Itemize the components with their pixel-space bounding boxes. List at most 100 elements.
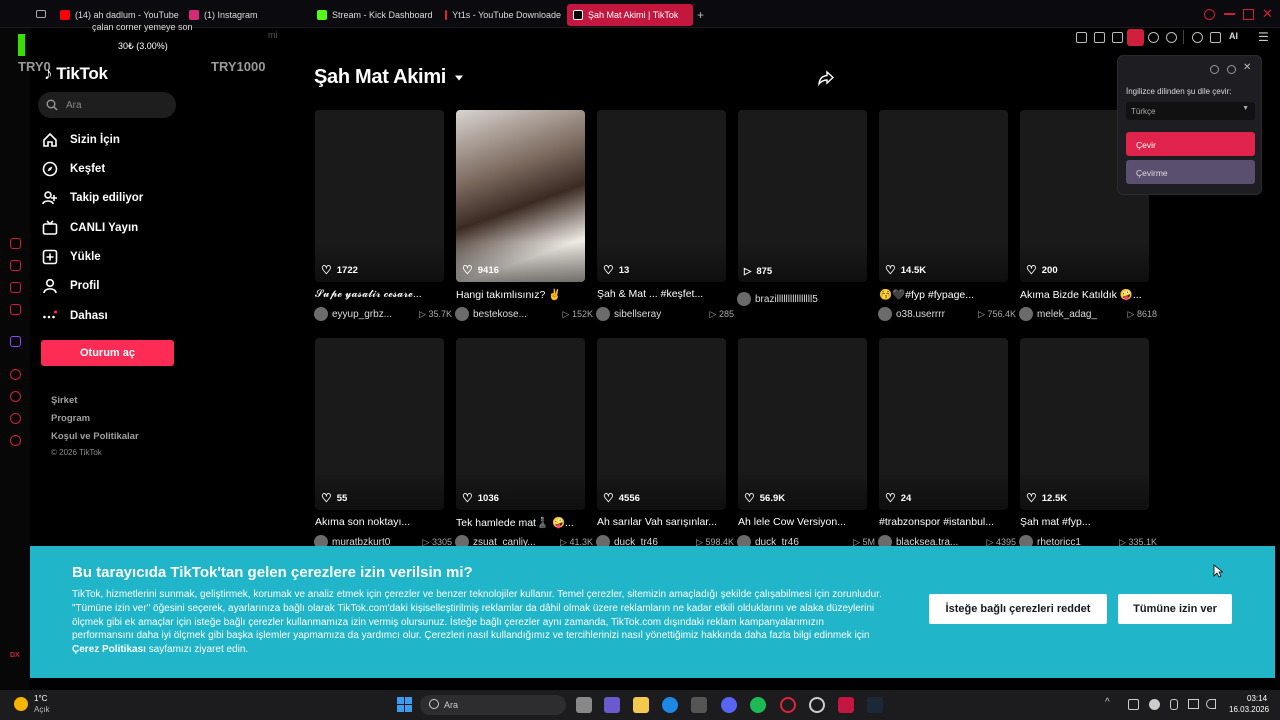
app-icon-2[interactable] <box>809 697 825 713</box>
tab-kick[interactable]: Stream - Kick Dashboard <box>311 4 435 26</box>
video-caption[interactable]: 😚🖤#fyp #fypage... <box>879 288 1008 301</box>
sidebar-icon-4[interactable] <box>10 304 21 315</box>
video-author[interactable]: melek_adag_ ▷ 8618 <box>1019 307 1157 321</box>
steam-icon[interactable] <box>867 697 883 713</box>
video-card[interactable]: ♡ 14.5K <box>879 110 1008 282</box>
translate-button[interactable]: Çevir <box>1126 132 1255 156</box>
weather-icon[interactable] <box>14 697 28 711</box>
minimize-icon[interactable] <box>1224 13 1235 15</box>
ai-button[interactable]: AI <box>1229 31 1238 41</box>
nav-live[interactable]: CANLI Yayın <box>42 217 138 239</box>
maximize-icon[interactable] <box>1243 9 1254 20</box>
dont-translate-button[interactable]: Çevirme <box>1126 160 1255 184</box>
footer-company-link[interactable]: Şirket <box>51 395 77 406</box>
tab-menu-icon[interactable] <box>36 10 46 18</box>
video-caption[interactable]: Akıma Bizde Katıldık 🤪... <box>1020 288 1149 301</box>
store-icon[interactable] <box>691 697 707 713</box>
microphone-icon[interactable] <box>1170 699 1178 710</box>
sidebar-icon-7[interactable] <box>10 413 21 424</box>
video-author[interactable]: bestekose... ▷ 152K <box>455 307 593 321</box>
volume-icon[interactable] <box>1206 699 1216 709</box>
footer-terms-link[interactable]: Koşul ve Politikalar <box>51 431 139 442</box>
video-caption[interactable]: Ah lele Cow Versiyon... <box>738 516 867 528</box>
video-author[interactable]: o38.userrrr ▷ 756.4K <box>878 307 1016 321</box>
app-icon-3[interactable] <box>838 697 854 713</box>
reject-cookies-button[interactable]: İsteğe bağlı çerezleri reddet <box>929 594 1107 624</box>
tray-icon-1[interactable] <box>1128 699 1139 710</box>
shield-icon[interactable] <box>1112 32 1123 43</box>
nav-following[interactable]: Takip ediliyor <box>42 187 143 209</box>
video-caption[interactable]: Şah mat #fyp... <box>1020 516 1149 528</box>
translate-settings-icon[interactable] <box>1210 65 1219 74</box>
video-caption[interactable]: Ah sarılar Vah sarışınlar... <box>597 516 726 528</box>
network-icon[interactable] <box>1188 699 1199 709</box>
video-caption[interactable]: 𝓢𝓾𝓹𝓮 𝔂𝓪𝓼𝓪𝓽𝓲𝓻 𝓬𝓮𝓼𝓪𝓻𝓮... <box>315 288 444 301</box>
tiktok-logo[interactable]: ♪ TikTok <box>44 64 108 84</box>
video-caption[interactable]: #trabzonspor #istanbul... <box>879 516 1008 528</box>
share-icon[interactable] <box>818 70 834 86</box>
twitch-icon[interactable] <box>10 336 21 347</box>
nav-for-you[interactable]: Sizin İçin <box>42 129 120 151</box>
cookie-policy-link[interactable]: Çerez Politikası <box>72 644 146 655</box>
menu-icon[interactable]: ☰ <box>1258 30 1269 44</box>
video-card[interactable]: ♡ 4556 <box>597 338 726 510</box>
translate-icon[interactable] <box>1127 29 1144 46</box>
sidebar-icon-5[interactable] <box>10 369 21 380</box>
discord-icon[interactable] <box>721 697 737 713</box>
footer-program-link[interactable]: Program <box>51 413 90 424</box>
task-view-icon[interactable] <box>576 697 592 713</box>
video-card[interactable]: ♡ 24 <box>879 338 1008 510</box>
tab-yt1s[interactable]: Yt1s - YouTube Downloade <box>439 4 561 26</box>
play-icon[interactable] <box>1148 32 1159 43</box>
new-tab-button[interactable]: + <box>697 8 704 22</box>
spotify-icon[interactable] <box>750 697 766 713</box>
sidebar-icon-3[interactable] <box>10 282 21 293</box>
login-button[interactable]: Oturum aç <box>41 340 174 366</box>
tab-instagram[interactable]: (1) Instagram <box>183 4 303 26</box>
translate-language-select[interactable]: Türkçe ▼ <box>1126 102 1255 120</box>
search-input[interactable]: Ara <box>38 92 176 118</box>
download-icon[interactable] <box>1210 32 1221 43</box>
taskbar-search[interactable]: Ara <box>420 695 566 715</box>
settings-icon[interactable] <box>10 435 21 446</box>
file-explorer-icon[interactable] <box>633 697 649 713</box>
snapshot-icon[interactable] <box>1094 32 1105 43</box>
video-card[interactable]: ♡ 1036 <box>456 338 585 510</box>
chevron-down-icon[interactable] <box>454 74 464 82</box>
sidebar-icon-1[interactable] <box>10 238 21 249</box>
opera-gx-icon[interactable] <box>780 697 796 713</box>
sidebar-icon-6[interactable] <box>10 391 21 402</box>
translate-close-icon[interactable]: ✕ <box>1243 62 1251 73</box>
video-caption[interactable]: Akıma son noktayı... <box>315 516 444 528</box>
tab-tiktok[interactable]: Şah Mat Akimi | TikTok <box>567 4 693 26</box>
edge-icon[interactable] <box>662 697 678 713</box>
video-author[interactable]: brazillllllllllllllll5 <box>737 292 875 306</box>
heart-icon[interactable] <box>1166 32 1177 43</box>
windows-start-icon[interactable] <box>397 697 412 712</box>
video-author[interactable]: eyyup_grbz... ▷ 35.7K <box>314 307 452 321</box>
accept-cookies-button[interactable]: Tümüne izin ver <box>1118 594 1232 624</box>
video-card[interactable]: ♡ 13 <box>597 110 726 282</box>
nav-upload[interactable]: Yükle <box>42 246 101 268</box>
translate-options-icon[interactable] <box>1227 65 1236 74</box>
video-card[interactable]: ♡ 12.5K <box>1020 338 1149 510</box>
pin-icon[interactable] <box>1076 32 1087 43</box>
search-tabs-icon[interactable] <box>1204 9 1215 20</box>
onedrive-icon[interactable] <box>1149 699 1160 710</box>
nav-profile[interactable]: Profil <box>42 275 99 297</box>
video-card[interactable]: ♡ 56.9K <box>738 338 867 510</box>
nav-more[interactable]: Dahası <box>42 305 108 327</box>
widgets-icon[interactable] <box>604 697 620 713</box>
video-card[interactable]: ♡ 9416 <box>456 110 585 282</box>
video-card[interactable]: ♡ 1722 <box>315 110 444 282</box>
video-caption[interactable]: Tek hamlede mat♟️ 🤪... <box>456 516 585 529</box>
video-caption[interactable]: Hangi takımlısınız? ✌ <box>456 288 585 301</box>
video-card[interactable]: ♡ 55 <box>315 338 444 510</box>
sidebar-icon-2[interactable] <box>10 260 21 271</box>
video-author[interactable]: sibellseray ▷ 285 <box>596 307 734 321</box>
video-caption[interactable]: Şah & Mat ... #keşfet... <box>597 288 726 300</box>
tray-chevron-up-icon[interactable]: ^ <box>1105 697 1110 708</box>
nav-explore[interactable]: Keşfet <box>42 158 105 180</box>
video-card[interactable]: ▷ 875 <box>738 110 867 282</box>
close-window-icon[interactable]: ✕ <box>1262 6 1273 22</box>
